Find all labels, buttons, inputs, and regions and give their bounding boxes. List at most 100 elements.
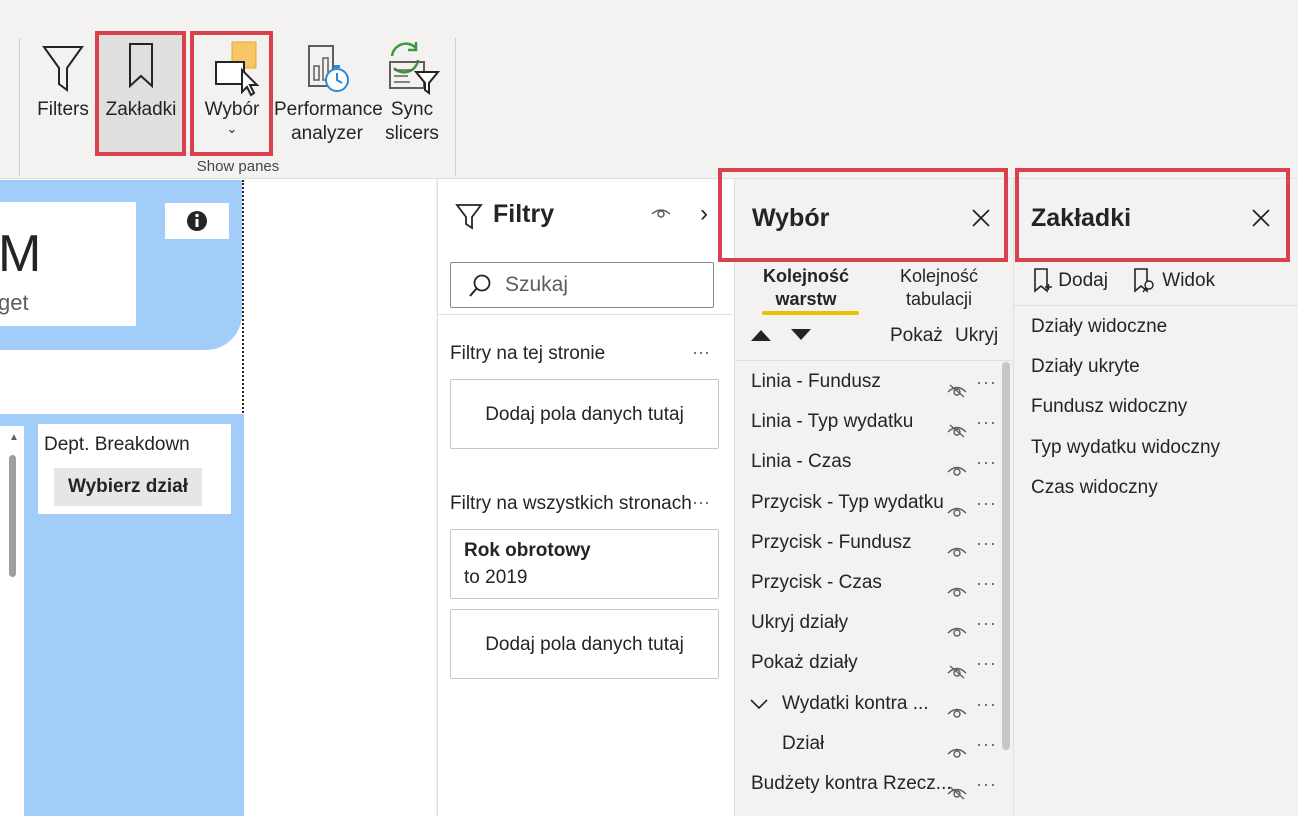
bookmark-item[interactable]: Typ wydatku widoczny	[1031, 436, 1220, 460]
selection-divider	[734, 360, 1012, 361]
selection-item-label: Dział	[782, 732, 825, 754]
fiscal-year-filter-name: Rok obrotowy	[464, 540, 591, 561]
add-bookmark-button[interactable]: Dodaj	[1031, 266, 1108, 296]
filters-pane-button[interactable]: Filters	[32, 38, 94, 156]
selection-item[interactable]: Linia - Fundusz ···	[751, 363, 1001, 401]
page-filters-more-icon[interactable]: ···	[692, 342, 710, 363]
collapse-filters-icon[interactable]: ›	[700, 200, 708, 228]
tab-active-indicator	[762, 311, 859, 315]
performance-label-line2: analyzer	[291, 123, 363, 144]
dept-breakdown-title: Dept. Breakdown	[44, 434, 190, 455]
selection-item[interactable]: Przycisk - Typ wydatku ···	[751, 484, 1001, 522]
filter-icon	[42, 46, 84, 92]
selection-item[interactable]: Pokaż działy ···	[751, 644, 1001, 682]
tab-tab-line2: tabulacji	[905, 289, 973, 309]
bookmark-item[interactable]: Działy widoczne	[1031, 315, 1167, 339]
sync-label-line1: Sync	[390, 99, 434, 120]
selection-item[interactable]: Linia - Czas ···	[751, 443, 1001, 481]
ribbon-separator	[19, 38, 20, 176]
selection-item-label: Linia - Czas	[751, 451, 852, 473]
view-bookmarks-button[interactable]: Widok	[1131, 266, 1215, 296]
selection-item-label: Przycisk - Fundusz	[751, 531, 912, 553]
selection-item-label: Budżety kontra Rzecz...	[751, 773, 952, 794]
filter-icon	[455, 204, 483, 230]
move-down-icon[interactable]	[790, 328, 812, 342]
selection-item-label: Ukryj działy	[751, 612, 849, 634]
all-pages-filters-drop-zone[interactable]: Dodaj pola danych tutaj	[450, 609, 719, 679]
more-options-icon[interactable]: ···	[976, 644, 997, 682]
sync-slicers-button[interactable]: Sync slicers	[382, 38, 442, 156]
ribbon-separator	[455, 38, 456, 176]
info-icon	[187, 211, 207, 231]
hide-all-button[interactable]: Ukryj	[955, 325, 998, 347]
kpi-card-value: M	[0, 225, 42, 283]
info-button[interactable]	[165, 203, 229, 239]
kpi-card[interactable]: M get	[0, 202, 136, 326]
selection-item-label: Przycisk - Typ wydatku	[751, 491, 944, 513]
tab-tab-order[interactable]: Kolejność tabulacji	[880, 265, 998, 311]
selection-item[interactable]: Dział ···	[751, 725, 1001, 763]
scroll-up-arrow[interactable]: ▲	[9, 432, 19, 443]
selection-item-label: Wydatki kontra ...	[782, 692, 929, 714]
selection-item[interactable]: Przycisk - Fundusz ···	[751, 524, 1001, 562]
selection-button-highlight	[190, 31, 273, 156]
fiscal-year-filter-card[interactable]: Rok obrotowy to 2019	[450, 529, 719, 599]
filters-divider	[437, 314, 733, 315]
selection-item[interactable]: Budżety kontra Rzecz... ···	[751, 765, 1001, 803]
selection-item-label: Przycisk - Czas	[751, 572, 882, 593]
more-options-icon[interactable]: ···	[976, 403, 997, 441]
filters-button-label: Filters	[37, 99, 89, 120]
tab-layer-order[interactable]: Kolejność warstw	[752, 265, 860, 311]
bookmarks-button-highlight	[95, 31, 186, 156]
bookmark-add-icon	[1034, 268, 1052, 293]
more-options-icon[interactable]: ···	[976, 524, 997, 562]
bookmark-item[interactable]: Działy ukryte	[1031, 355, 1140, 379]
choose-department-button[interactable]: Wybierz dział	[54, 468, 202, 506]
bookmark-view-icon	[1134, 268, 1154, 293]
search-icon	[469, 274, 491, 297]
bookmark-item[interactable]: Fundusz widoczny	[1031, 395, 1187, 419]
performance-analyzer-button[interactable]: Performance analyzer	[274, 38, 383, 156]
show-all-button[interactable]: Pokaż	[890, 325, 943, 347]
search-placeholder: Szukaj	[505, 273, 569, 296]
selection-item[interactable]: Przycisk - Czas ···	[751, 564, 1001, 602]
sync-label-line2: slicers	[385, 123, 439, 144]
tab-tab-line1: Kolejność	[899, 266, 979, 286]
performance-analyzer-icon	[308, 45, 349, 92]
selection-item[interactable]: Linia - Typ wydatku ···	[751, 403, 1001, 441]
selection-title-highlight	[718, 168, 1008, 262]
eye-icon[interactable]	[650, 206, 672, 222]
scrollbar-thumb[interactable]	[9, 455, 16, 577]
more-options-icon[interactable]: ···	[976, 484, 997, 522]
bookmarks-divider	[1013, 305, 1298, 306]
more-options-icon[interactable]: ···	[976, 725, 997, 763]
selection-scrollbar[interactable]	[1002, 362, 1010, 750]
selection-item-label: Linia - Fundusz	[751, 371, 881, 392]
bookmark-item[interactable]: Czas widoczny	[1031, 476, 1158, 500]
eye-hidden-icon[interactable]	[947, 776, 967, 814]
more-options-icon[interactable]: ···	[976, 604, 997, 642]
more-options-icon[interactable]: ···	[976, 443, 997, 481]
selection-item-label: Linia - Typ wydatku	[751, 411, 914, 433]
selection-item[interactable]: Ukryj działy ···	[751, 604, 1001, 642]
filters-search-input[interactable]: Szukaj	[450, 262, 714, 308]
dept-breakdown-card: Dept. Breakdown Wybierz dział	[38, 424, 231, 514]
tab-layer-line1: Kolejność	[762, 266, 850, 286]
all-pages-filters-more-icon[interactable]: ···	[692, 492, 710, 513]
page-filters-drop-zone[interactable]: Dodaj pola danych tutaj	[450, 379, 719, 449]
more-options-icon[interactable]: ···	[976, 765, 997, 803]
more-options-icon[interactable]: ···	[976, 685, 997, 723]
ribbon-group-label: Show panes	[196, 158, 280, 175]
bookmarks-title-highlight	[1015, 168, 1290, 262]
sync-slicers-icon	[389, 42, 441, 95]
more-options-icon[interactable]: ···	[976, 363, 997, 401]
all-pages-filters-heading: Filtry na wszystkich stronach	[450, 493, 692, 514]
performance-label-line1: Performance	[274, 99, 383, 120]
move-up-icon[interactable]	[750, 328, 772, 342]
fiscal-year-filter-value: to 2019	[464, 567, 528, 588]
more-options-icon[interactable]: ···	[976, 564, 997, 602]
add-bookmark-label: Dodaj	[1058, 270, 1108, 291]
tab-layer-line2: warstw	[775, 289, 837, 309]
kpi-card-caption: get	[0, 290, 29, 315]
selection-item[interactable]: Wydatki kontra ... ···	[750, 685, 1001, 723]
